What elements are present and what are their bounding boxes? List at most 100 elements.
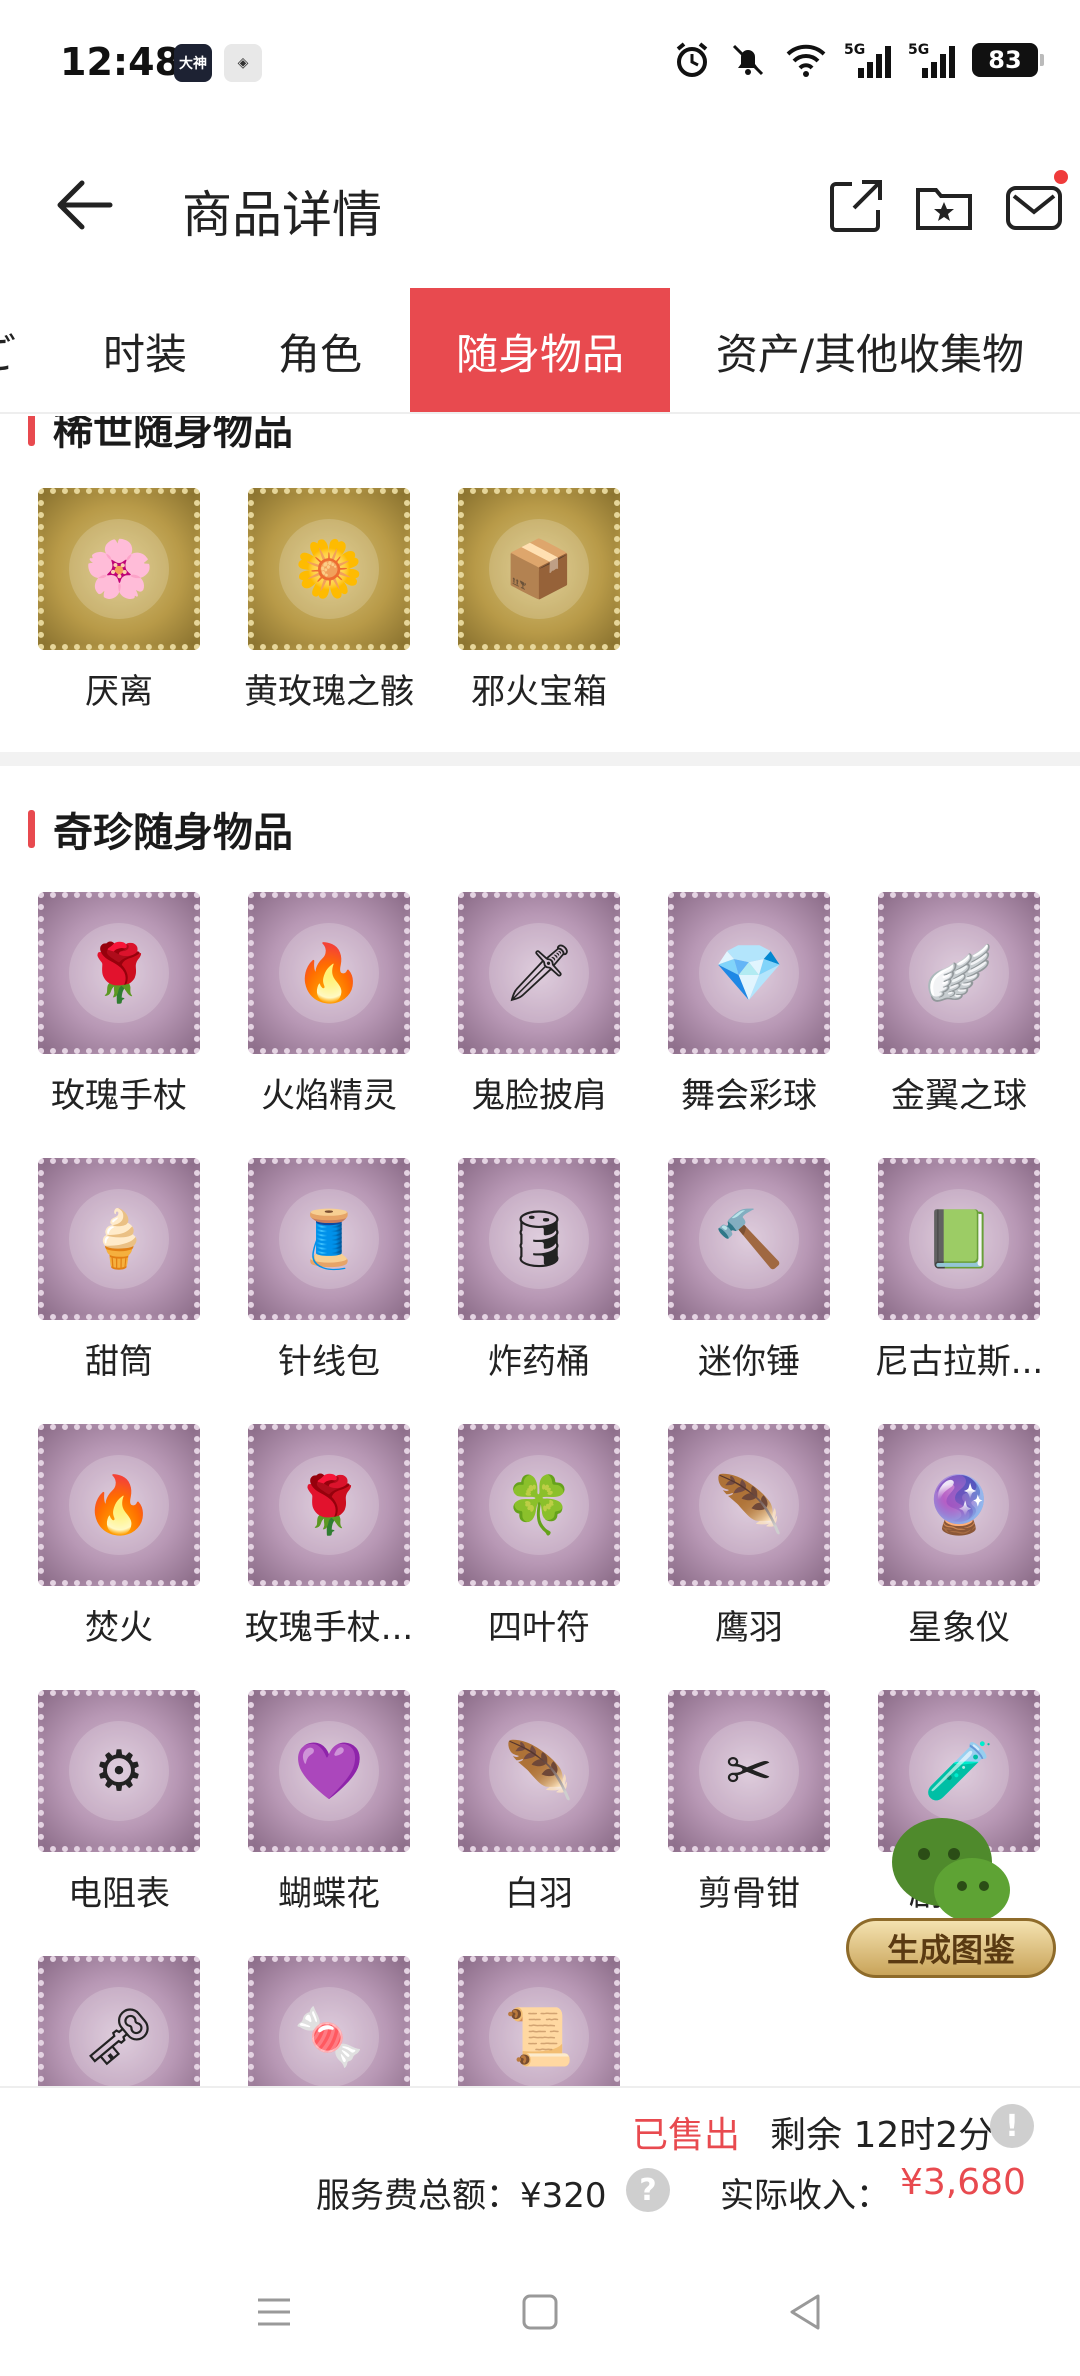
item-card[interactable]: 🌸 厌离 — [14, 488, 224, 713]
item-label: 四叶符 — [488, 1608, 590, 1648]
item-label: 迷你锤 — [698, 1342, 800, 1382]
item-label: 金翼之球 — [891, 1076, 1027, 1116]
item-card[interactable]: 💜 蝴蝶花 — [224, 1690, 434, 1915]
item-card[interactable]: 🌼 黄玫瑰之骸 — [224, 488, 434, 713]
svg-text:5G: 5G — [844, 42, 865, 58]
item-card[interactable]: 🌹 玫瑰手杖 — [14, 892, 224, 1117]
item-card[interactable]: ⚙ 电阻表 — [14, 1690, 224, 1915]
item-stamp-image: 🍀 — [458, 1424, 620, 1586]
rare-section-title: 稀世随身物品 — [53, 416, 293, 454]
tab-partial[interactable]: ご — [0, 288, 16, 412]
mute-bell-icon — [732, 44, 764, 76]
item-card[interactable]: 🪽 金翼之球 — [854, 892, 1064, 1117]
remaining-time: 剩余 12时2分 — [770, 2115, 995, 2156]
item-label: 厌离 — [85, 672, 153, 712]
item-emblem-icon: 🪶 — [489, 1721, 589, 1821]
item-card[interactable]: 🌹 玫瑰手杖... — [224, 1424, 434, 1649]
item-card[interactable]: 🗡 鬼脸披肩 — [434, 892, 644, 1117]
favorite-button[interactable] — [914, 176, 974, 236]
item-card[interactable]: 🍀 四叶符 — [434, 1424, 644, 1649]
tab-accessories[interactable]: 随身物品 — [410, 288, 670, 412]
item-emblem-icon: 🌼 — [279, 519, 379, 619]
item-card[interactable]: 🍬 — [224, 1956, 434, 2086]
item-stamp-image: 🌹 — [248, 1424, 410, 1586]
item-stamp-image: 🔥 — [38, 1424, 200, 1586]
item-stamp-image: 🪽 — [878, 892, 1040, 1054]
item-card[interactable]: 🍦 甜筒 — [14, 1158, 224, 1383]
item-card[interactable]: 📗 尼古拉斯... — [854, 1158, 1064, 1383]
sold-status: 已售出 — [632, 2115, 741, 2156]
item-card[interactable]: 🪶 鹰羽 — [644, 1424, 854, 1649]
item-stamp-image: 🧵 — [248, 1158, 410, 1320]
item-label: 焚火 — [85, 1608, 153, 1648]
app-header: 商品详情 — [0, 140, 1080, 270]
page-title: 商品详情 — [182, 186, 382, 244]
folder-star-icon — [916, 188, 972, 230]
item-emblem-icon: 🔨 — [699, 1189, 799, 1289]
item-stamp-image: 🌸 — [38, 488, 200, 650]
item-emblem-icon: 💎 — [699, 923, 799, 1023]
item-card[interactable]: ✂ 剪骨钳 — [644, 1690, 854, 1915]
item-card[interactable]: 🛢 炸药桶 — [434, 1158, 644, 1383]
battery-indicator: 83 — [972, 43, 1044, 77]
item-card[interactable]: 🔥 焚火 — [14, 1424, 224, 1649]
item-card[interactable]: 📦 邪火宝箱 — [434, 488, 644, 713]
generate-catalog-button[interactable]: 生成图鉴 — [846, 1810, 1056, 1980]
app-notification-icon: ◈ — [224, 44, 262, 82]
item-emblem-icon: 🪶 — [699, 1455, 799, 1555]
arrow-left-icon — [57, 180, 113, 230]
item-card[interactable]: 💎 舞会彩球 — [644, 892, 854, 1117]
item-card[interactable]: 🔥 火焰精灵 — [224, 892, 434, 1117]
item-card[interactable]: 🔨 迷你锤 — [644, 1158, 854, 1383]
precious-section-title: 奇珍随身物品 — [53, 810, 293, 856]
item-stamp-image: ⚙ — [38, 1690, 200, 1852]
item-emblem-icon: 🔮 — [909, 1455, 1009, 1555]
item-stamp-image: 💜 — [248, 1690, 410, 1852]
item-emblem-icon: 📗 — [909, 1189, 1009, 1289]
item-stamp-image: 🗝 — [38, 1956, 200, 2086]
item-label: 邪火宝箱 — [471, 672, 607, 712]
item-emblem-icon: 🔥 — [69, 1455, 169, 1555]
item-emblem-icon: 🪽 — [909, 923, 1009, 1023]
item-emblem-icon: 🌹 — [69, 923, 169, 1023]
item-stamp-image: 🔥 — [248, 892, 410, 1054]
item-card[interactable]: 🪶 白羽 — [434, 1690, 644, 1915]
mail-icon — [1006, 186, 1062, 230]
tab-characters[interactable]: 角色 — [240, 288, 400, 412]
generate-catalog-label: 生成图鉴 — [846, 1918, 1056, 1978]
home-square-icon[interactable] — [516, 2288, 564, 2336]
item-stamp-image: 🪶 — [458, 1690, 620, 1852]
share-button[interactable] — [826, 176, 886, 236]
back-triangle-icon[interactable] — [782, 2288, 830, 2336]
tab-fashion[interactable]: 时装 — [60, 288, 230, 412]
signal-5g-icon-2: 5G — [908, 42, 955, 78]
info-icon[interactable]: ! — [990, 2104, 1034, 2148]
rare-section-header: 稀世随身物品 — [28, 416, 293, 456]
item-card[interactable]: 🔮 星象仪 — [854, 1424, 1064, 1649]
share-icon — [830, 180, 882, 232]
item-stamp-image: 🍬 — [248, 1956, 410, 2086]
item-label: 针线包 — [278, 1342, 380, 1382]
item-card[interactable]: 🧵 针线包 — [224, 1158, 434, 1383]
item-emblem-icon: 🌹 — [279, 1455, 379, 1555]
item-label: 电阻表 — [68, 1874, 170, 1914]
item-emblem-icon: ⚙ — [69, 1721, 169, 1821]
item-stamp-image: 📦 — [458, 488, 620, 650]
item-label: 星象仪 — [908, 1608, 1010, 1648]
item-stamp-image: 🔮 — [878, 1424, 1040, 1586]
back-button[interactable] — [50, 170, 120, 240]
item-stamp-image: 🪶 — [668, 1424, 830, 1586]
item-emblem-icon: 📜 — [489, 1987, 589, 2086]
help-icon[interactable]: ? — [626, 2168, 670, 2212]
item-stamp-image: 📗 — [878, 1158, 1040, 1320]
message-button[interactable] — [1004, 170, 1068, 236]
item-label: 蝴蝶花 — [278, 1874, 380, 1914]
tab-assets-collectibles[interactable]: 资产/其他收集物 — [690, 288, 1050, 412]
menu-icon[interactable] — [250, 2288, 298, 2336]
item-emblem-icon: 📦 — [489, 519, 589, 619]
signal-5g-icon-1: 5G — [844, 42, 891, 78]
item-card[interactable]: 🗝 — [14, 1956, 224, 2086]
item-card[interactable]: 📜 — [434, 1956, 644, 2086]
item-stamp-image: 🌹 — [38, 892, 200, 1054]
item-stamp-image: 🗡 — [458, 892, 620, 1054]
